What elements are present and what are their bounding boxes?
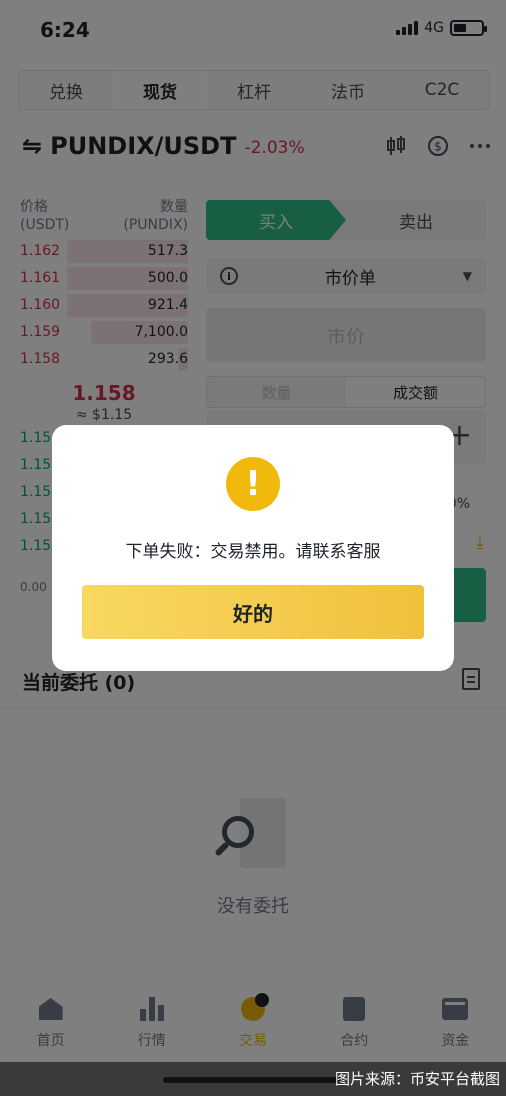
home-indicator[interactable] <box>163 1077 343 1083</box>
source-caption: 图片来源：币安平台截图 <box>334 1070 500 1088</box>
ok-button[interactable]: 好的 <box>82 585 424 639</box>
dialog-message: 下单失败：交易禁用。请联系客服 <box>125 542 381 562</box>
error-dialog: ! 下单失败：交易禁用。请联系客服 好的 <box>52 425 454 671</box>
warning-icon: ! <box>226 457 280 511</box>
